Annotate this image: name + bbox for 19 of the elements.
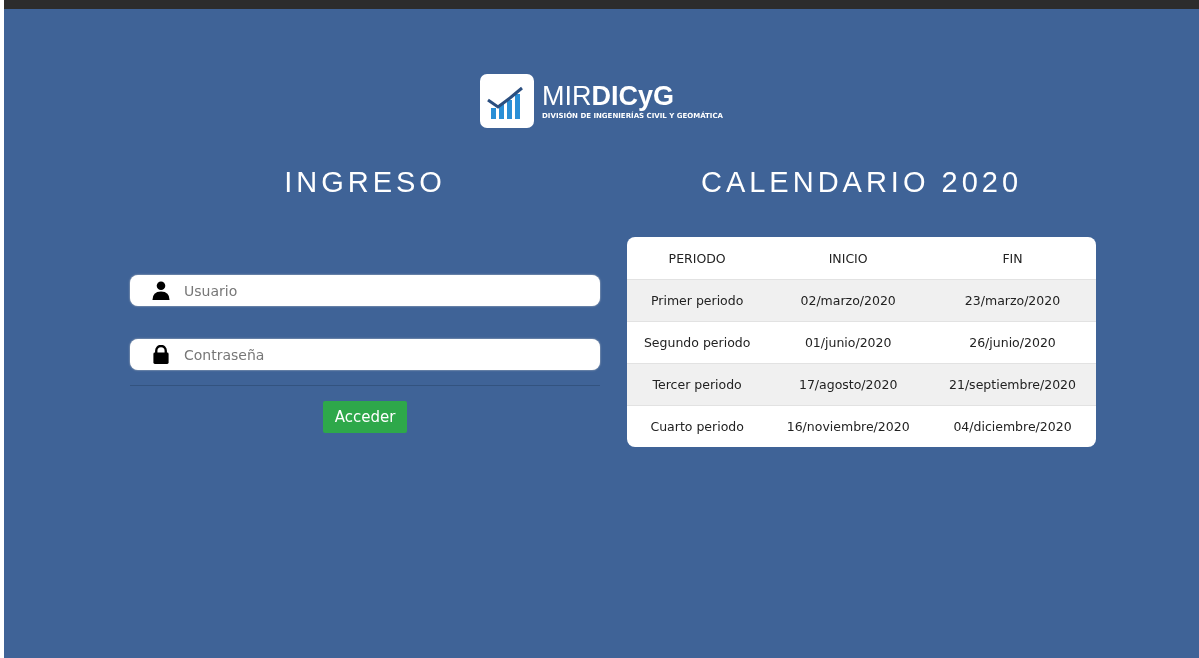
calendar-title: CALENDARIO 2020	[699, 166, 1024, 199]
login-button[interactable]: Acceder	[322, 401, 408, 433]
table-cell: 21/septiembre/2020	[929, 363, 1096, 406]
table-cell: Tercer periodo	[627, 363, 768, 406]
column-header: INICIO	[767, 237, 929, 280]
table-cell: 23/marzo/2020	[929, 279, 1096, 322]
table-cell: Primer periodo	[627, 279, 768, 322]
table-cell: 16/noviembre/2020	[767, 405, 929, 447]
table-cell: 04/diciembre/2020	[929, 405, 1096, 447]
table-cell: Cuarto periodo	[627, 405, 768, 447]
input-field[interactable]: Contraseña	[130, 339, 600, 370]
logo-name: MIRDICyG	[542, 82, 676, 110]
column-header: PERIODO	[627, 237, 768, 280]
table-cell: 02/marzo/2020	[767, 279, 929, 322]
input-field[interactable]: Usuario	[130, 275, 600, 306]
column-header: FIN	[929, 237, 1096, 280]
table-cell: 17/agosto/2020	[767, 363, 929, 406]
chart-logo-icon	[480, 74, 535, 128]
login-title: INGRESO	[283, 166, 447, 199]
